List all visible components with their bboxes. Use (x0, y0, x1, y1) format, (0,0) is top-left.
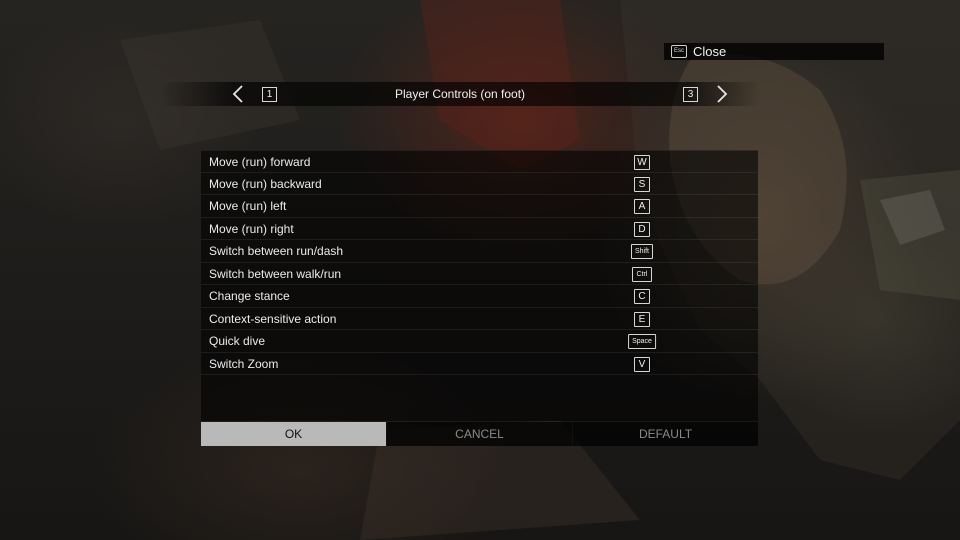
control-action-label: Switch Zoom (209, 356, 279, 371)
cancel-button[interactable]: CANCEL (386, 422, 572, 446)
control-action-label: Move (run) backward (209, 176, 322, 191)
key-ctrl-icon: Ctrl (632, 266, 652, 282)
control-row-run-dash[interactable]: Switch between run/dash Shift (201, 240, 758, 263)
next-page-key[interactable]: 3 (683, 87, 698, 102)
ok-button[interactable]: OK (201, 422, 386, 446)
key-d-icon: D (634, 221, 650, 237)
next-page-button[interactable] (711, 84, 731, 104)
control-row-change-stance[interactable]: Change stance C (201, 285, 758, 308)
control-action-label: Move (run) left (209, 199, 287, 213)
control-action-label: Move (run) right (209, 221, 294, 236)
page-title: Player Controls (on foot) (394, 87, 526, 101)
control-action-label: Quick dive (209, 334, 266, 348)
page-header: 1 Player Controls (on foot) 3 (160, 82, 760, 106)
game-screen: Esc Close 1 Player Controls (on foot) 3 … (0, 0, 960, 540)
default-button[interactable]: DEFAULT (572, 422, 758, 446)
control-action-label: Switch between walk/run (209, 266, 342, 281)
key-space-icon: Space (628, 334, 656, 349)
control-row-move-forward[interactable]: Move (run) forward W (201, 150, 758, 173)
control-row-switch-zoom[interactable]: Switch Zoom V (201, 353, 758, 375)
control-row-quick-dive[interactable]: Quick dive Space (201, 330, 758, 353)
control-action-label: Move (run) forward (209, 155, 311, 169)
key-e-icon: E (634, 311, 650, 327)
key-shift-icon: Shift (630, 244, 654, 259)
key-c-icon: C (634, 289, 650, 304)
key-s-icon: S (634, 176, 650, 192)
control-action-label: Context-sensitive action (209, 311, 337, 326)
control-row-walk-run[interactable]: Switch between walk/run Ctrl (201, 263, 758, 285)
key-w-icon: W (634, 155, 650, 170)
control-action-label: Change stance (209, 289, 290, 303)
chevron-right-icon (717, 85, 728, 103)
close-label: Close (693, 44, 727, 59)
dialog-buttons: OK CANCEL DEFAULT (201, 422, 758, 446)
control-action-label: Switch between run/dash (209, 244, 344, 258)
esc-key-icon: Esc (671, 45, 687, 58)
control-row-move-right[interactable]: Move (run) right D (201, 218, 758, 240)
key-a-icon: A (634, 199, 650, 214)
key-v-icon: V (634, 356, 650, 372)
control-row-move-left[interactable]: Move (run) left A (201, 195, 758, 218)
control-row-move-backward[interactable]: Move (run) backward S (201, 173, 758, 195)
close-button[interactable]: Esc Close (664, 43, 884, 60)
control-row-context-action[interactable]: Context-sensitive action E (201, 308, 758, 330)
controls-list: Move (run) forward W Move (run) backward… (201, 150, 758, 421)
